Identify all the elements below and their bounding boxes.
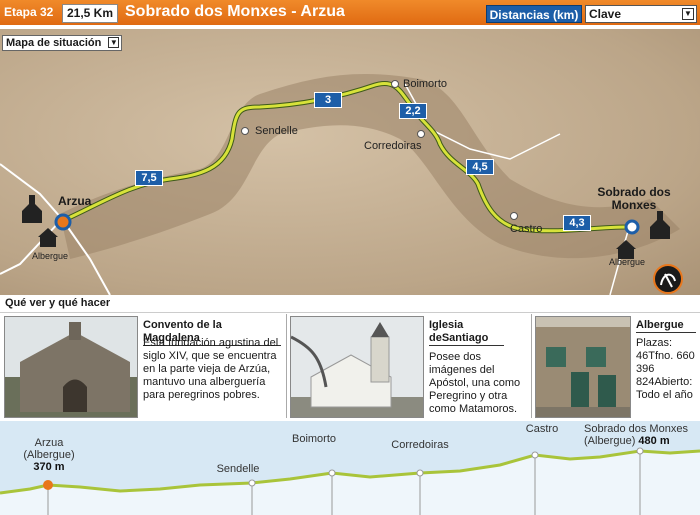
profile-label-castro: Castro xyxy=(525,423,559,435)
waypoint-sendelle[interactable] xyxy=(241,127,249,135)
card-text: Esta fundación agustina del siglo XIV, q… xyxy=(143,337,279,401)
card-title: Albergue xyxy=(636,319,696,333)
profile-label-boimorto: Boimorto xyxy=(291,433,337,445)
end-marker[interactable] xyxy=(624,219,640,235)
profile-label-sobrado: Sobrado dos Monxes (Albergue) 480 m xyxy=(584,423,698,447)
town-castro: Castro xyxy=(510,223,543,235)
chevron-down-icon[interactable]: ▼ xyxy=(108,37,120,48)
profile-town-sub: (Albergue) xyxy=(23,449,75,461)
iglesia-image xyxy=(291,317,423,417)
points-of-interest: Convento de la Magdalena Esta fundación … xyxy=(0,312,700,420)
divider xyxy=(286,314,287,418)
legend-select-value: Clave xyxy=(589,7,622,21)
card-title: Iglesia deSantiago xyxy=(429,319,504,346)
convento-image xyxy=(5,317,137,417)
profile-label-sendelle: Sendelle xyxy=(216,463,260,475)
legend-select[interactable]: Clave ▼ xyxy=(585,5,697,23)
profile-town-line2: (Albergue) 480 m xyxy=(584,435,698,447)
divider xyxy=(531,314,532,418)
profile-start-point[interactable] xyxy=(43,480,53,490)
profile-town-name: Sobrado dos Monxes xyxy=(584,423,688,435)
profile-altitude: 370 m xyxy=(33,461,65,473)
profile-point[interactable] xyxy=(248,479,256,487)
profile-altitude: 480 m xyxy=(638,435,670,447)
elevation-profile[interactable]: Arzua (Albergue) 370 m Sendelle Boimorto… xyxy=(0,421,700,515)
town-arzua: Arzua xyxy=(58,194,92,208)
map-situation-select[interactable]: Mapa de situación ▼ xyxy=(2,35,123,51)
profile-point[interactable] xyxy=(531,451,539,459)
profile-label-arzua: Arzua (Albergue) 370 m xyxy=(14,437,84,473)
waypoint-castro[interactable] xyxy=(510,212,518,220)
stage-distance: 21,5 Km xyxy=(62,4,118,23)
distance-tag[interactable]: 3 xyxy=(314,92,342,108)
distance-tag[interactable]: 7,5 xyxy=(135,170,163,186)
section-title: Qué ver y qué hacer xyxy=(2,297,114,309)
convento-photo[interactable] xyxy=(4,316,138,418)
map-drawing xyxy=(0,74,683,295)
start-marker[interactable] xyxy=(54,213,72,231)
profile-point[interactable] xyxy=(328,469,336,477)
distances-button[interactable]: Distancias (km) xyxy=(486,5,582,23)
distance-tag[interactable]: 4,5 xyxy=(466,159,494,175)
chevron-down-icon[interactable]: ▼ xyxy=(682,8,694,20)
church-icon xyxy=(22,195,42,223)
albergue-icon xyxy=(38,228,58,247)
distance-tag[interactable]: 2,2 xyxy=(399,103,427,119)
albergue-photo[interactable] xyxy=(535,316,631,418)
header-bar: Etapa 32 21,5 Km Sobrado dos Monxes - Ar… xyxy=(0,0,700,27)
compass-icon[interactable] xyxy=(653,264,683,294)
town-sobrado: Sobrado dos Monxes xyxy=(597,185,671,212)
iglesia-photo[interactable] xyxy=(290,316,424,418)
route-map[interactable]: Mapa de situación ▼ Arzua Albergue Sende… xyxy=(0,29,700,295)
profile-point[interactable] xyxy=(416,469,424,477)
town-sendelle: Sendelle xyxy=(255,125,298,137)
stage-label: Etapa 32 xyxy=(4,5,54,19)
map-situation-label: Mapa de situación xyxy=(6,37,102,49)
town-arzua-albergue: Albergue xyxy=(32,251,69,261)
town-boimorto: Boimorto xyxy=(403,78,448,90)
town-corredoiras: Corredoiras xyxy=(364,140,422,152)
card-text: Plazas: 46Tfno. 660 396 824Abierto: Todo… xyxy=(636,337,695,401)
profile-town-sub: (Albergue) xyxy=(584,435,636,447)
page-title: Sobrado dos Monxes - Arzua xyxy=(125,3,345,20)
town-sobrado-albergue: Albergue xyxy=(609,257,646,267)
distance-tag[interactable]: 4,3 xyxy=(563,215,591,231)
waypoint-boimorto[interactable] xyxy=(391,80,399,88)
profile-area xyxy=(0,451,700,515)
waypoint-corredoiras[interactable] xyxy=(417,130,425,138)
card-text: Posee dos imágenes del Apóstol, una como… xyxy=(429,351,521,415)
profile-point[interactable] xyxy=(636,447,644,455)
profile-label-corredoiras: Corredoiras xyxy=(391,439,449,451)
albergue-image xyxy=(536,317,630,417)
profile-town-name: Arzua xyxy=(34,437,64,449)
